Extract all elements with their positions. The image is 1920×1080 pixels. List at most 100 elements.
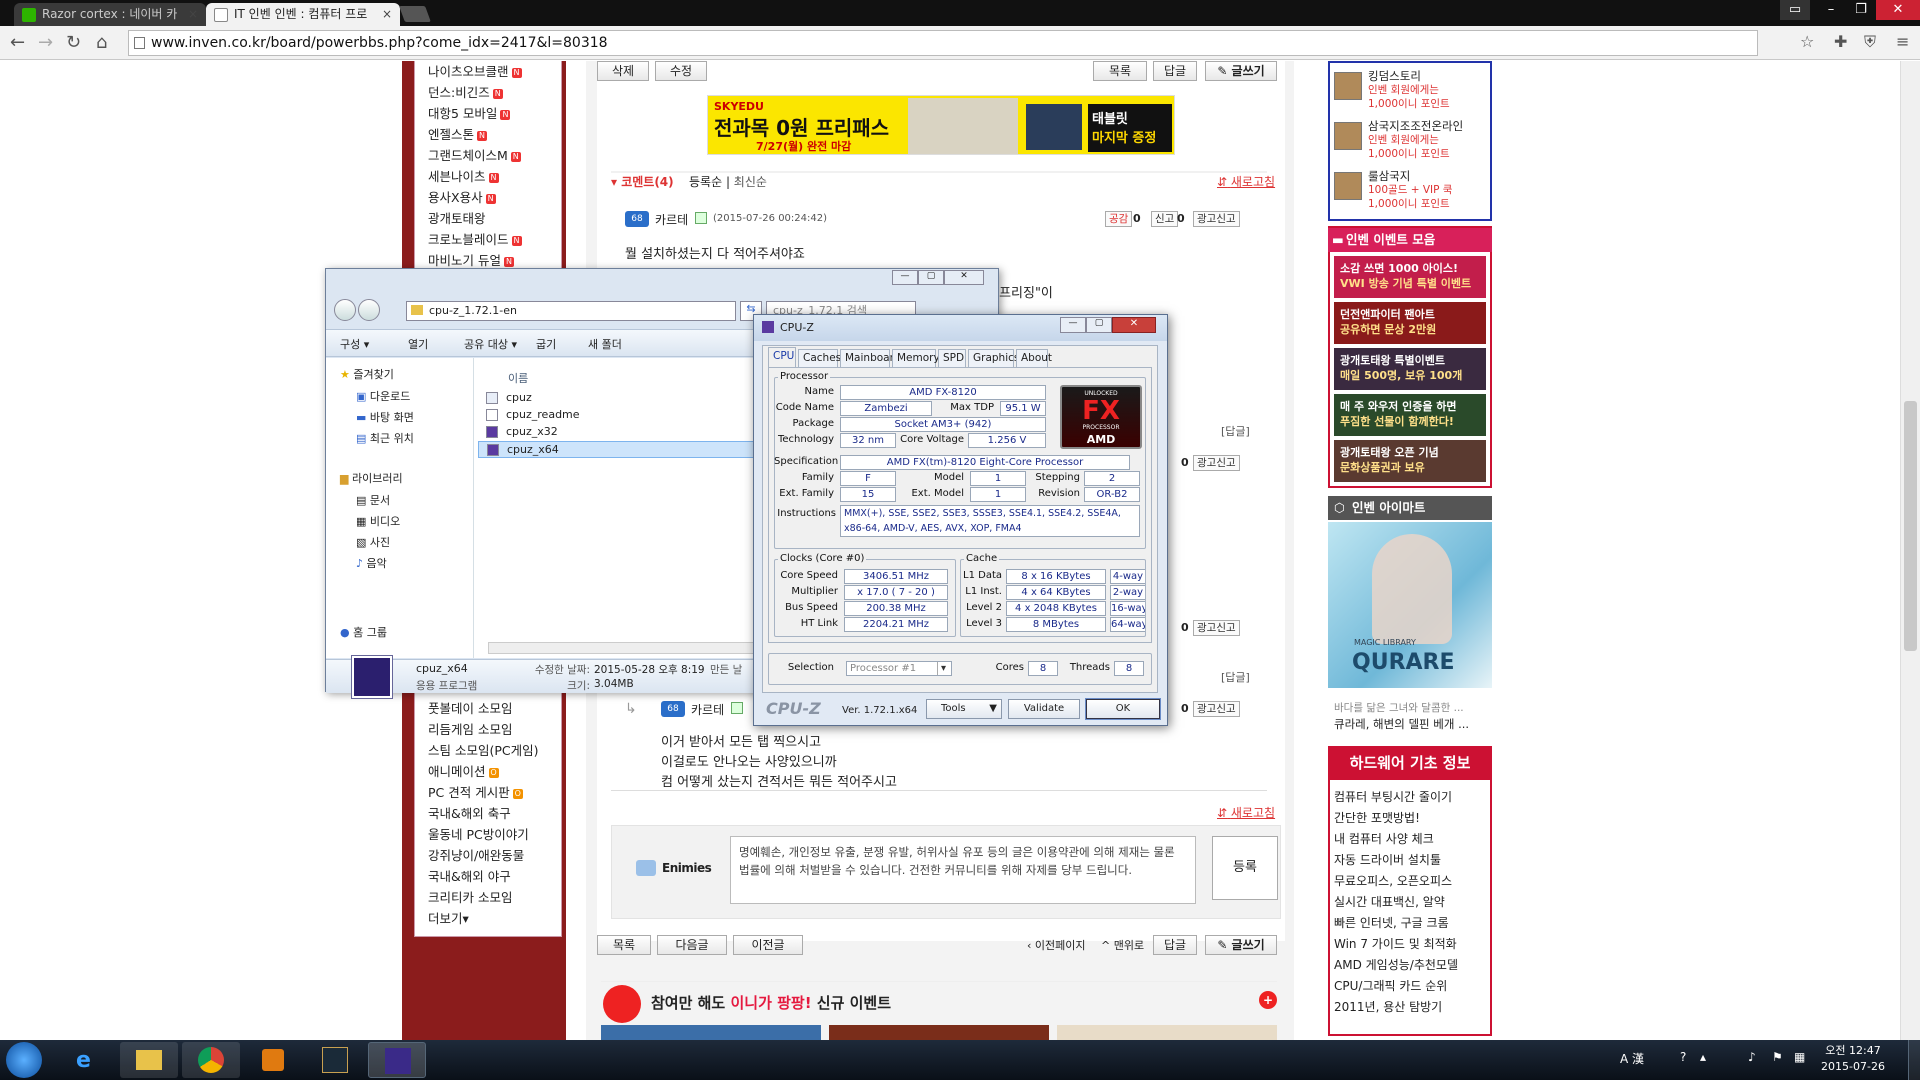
hardware-info-link[interactable]: Win 7 가이드 및 최적화: [1334, 935, 1457, 952]
file-row[interactable]: cpuz_x64: [478, 441, 768, 458]
comment-textarea[interactable]: 명예훼손, 개인정보 유출, 분쟁 유발, 허위사실 유포 등의 글은 이용약관…: [730, 836, 1196, 904]
ad-banner[interactable]: SKYEDU 전과목 0원 프리패스 7/27(월) 완전 마감 태블릿 마지막…: [707, 95, 1175, 155]
address-bar[interactable]: www.inven.co.kr/board/powerbbs.php?come_…: [128, 30, 1758, 56]
back-icon[interactable]: ←: [10, 32, 25, 53]
tools-button[interactable]: Tools ▼: [926, 699, 1002, 719]
close-button[interactable]: ✕: [944, 270, 984, 285]
imart-title[interactable]: 큐라레, 해변의 델핀 베개 ...: [1334, 716, 1469, 732]
file-row[interactable]: cpuz: [478, 390, 768, 407]
sidebar-link[interactable]: 더보기▾: [428, 908, 469, 927]
help-icon[interactable]: ?: [1680, 1050, 1686, 1064]
reply-link[interactable]: [답글]: [1221, 669, 1250, 685]
file-row[interactable]: cpuz_x32: [478, 424, 768, 441]
lol-icon[interactable]: [306, 1042, 364, 1078]
event-banner[interactable]: 매 주 와우저 인증을 하면 푸짐한 선물이 함께한다!: [1334, 394, 1486, 436]
cpuz-tab-graphics[interactable]: Graphics: [968, 349, 1019, 367]
top-link[interactable]: ^ 맨위로: [1101, 937, 1144, 953]
sidebar-link[interactable]: 용사X용사 N: [428, 187, 496, 206]
sidebar-link[interactable]: 크로노블레이드 N: [428, 229, 522, 248]
cpuz-taskbar-icon[interactable]: [368, 1042, 426, 1078]
shield-icon[interactable]: ⛨: [1864, 32, 1876, 52]
favorites-node[interactable]: ★ 즐겨찾기: [340, 366, 394, 382]
hardware-info-link[interactable]: 빠른 인터넷, 구글 크롬: [1334, 914, 1449, 931]
ime-indicator[interactable]: A 漢: [1620, 1050, 1644, 1067]
sidebar-link[interactable]: 광개토태왕: [428, 208, 486, 227]
submit-comment-button[interactable]: 등록: [1212, 836, 1278, 900]
ad-report-button[interactable]: 광고신고: [1193, 620, 1240, 636]
reload-icon[interactable]: ↻: [66, 32, 81, 53]
maximize-button[interactable]: ▢: [918, 270, 944, 285]
refresh-link[interactable]: ⇵ 새로고침: [1217, 173, 1275, 190]
sidebar-link[interactable]: 국내&해외 야구: [428, 866, 511, 885]
explorer-command[interactable]: 구성 ▾: [340, 336, 369, 352]
sidebar-link[interactable]: 그랜드체이스M N: [428, 145, 521, 164]
event-thumb[interactable]: [601, 1025, 821, 1041]
reply-button-bottom[interactable]: 답글: [1153, 935, 1197, 955]
sidebar-link[interactable]: 대항5 모바일 N: [428, 103, 511, 122]
ad-report-button[interactable]: 광고신고: [1193, 455, 1240, 471]
event-banner[interactable]: 던전앤파이터 팬아트 공유하면 문상 2만원: [1334, 302, 1486, 344]
nav-documents[interactable]: ▤ 문서: [356, 490, 400, 511]
comment-author[interactable]: 카르테: [655, 211, 688, 228]
sidebar-link[interactable]: 마비노기 듀얼 N: [428, 250, 514, 269]
minimize-button[interactable]: –: [1816, 0, 1846, 20]
network-icon[interactable]: ▦: [1794, 1050, 1805, 1064]
close-tab-icon[interactable]: ×: [382, 3, 392, 26]
browser-tab-naver[interactable]: Razor cortex : 네이버 카 ×: [14, 3, 206, 26]
cpuz-tab-cpu[interactable]: CPU: [768, 347, 796, 368]
game-thumb[interactable]: [1334, 172, 1362, 200]
sidebar-link[interactable]: 강쥐냥이/애완동물: [428, 845, 524, 864]
report-button[interactable]: 신고: [1151, 211, 1179, 227]
event-banner[interactable]: 광개토태왕 오픈 기념 문화상품권과 보유: [1334, 440, 1486, 482]
extension-icon[interactable]: ✚: [1834, 32, 1847, 51]
comment-author[interactable]: 카르테: [691, 701, 724, 718]
hardware-info-link[interactable]: 무료오피스, 오픈오피스: [1334, 872, 1452, 889]
show-desktop-button[interactable]: [1908, 1040, 1920, 1080]
sidebar-link[interactable]: PC 견적 게시판 O: [428, 782, 523, 801]
nav-desktop[interactable]: ▬ 바탕 화면: [356, 407, 414, 428]
start-button[interactable]: [6, 1042, 42, 1078]
explorer-command[interactable]: 열기: [408, 336, 428, 352]
close-button[interactable]: ✕: [1112, 317, 1156, 333]
cpuz-tab-about[interactable]: About: [1016, 349, 1052, 367]
sort-registration[interactable]: 등록순: [689, 175, 722, 189]
new-tab-button[interactable]: [399, 6, 431, 22]
reply-button[interactable]: 답글: [1153, 61, 1197, 81]
sidebar-link[interactable]: 리듬게임 소모임: [428, 719, 512, 738]
media-player-icon[interactable]: [244, 1042, 302, 1078]
chrome-icon[interactable]: [182, 1042, 240, 1078]
like-button[interactable]: 공감: [1105, 211, 1133, 227]
hardware-info-link[interactable]: 간단한 포맷방법!: [1334, 809, 1420, 826]
nav-videos[interactable]: ▦ 비디오: [356, 511, 400, 532]
volume-icon[interactable]: ♪: [1748, 1050, 1756, 1064]
clock[interactable]: 오전 12:47 2015-07-26: [1818, 1043, 1888, 1075]
event-thumb[interactable]: [1057, 1025, 1277, 1041]
restore-button[interactable]: ❐: [1846, 0, 1876, 20]
cpuz-tab-mainboard[interactable]: Mainboard: [840, 349, 900, 367]
imart-product-image[interactable]: MAGIC LIBRARY QURARE: [1328, 522, 1492, 688]
explorer-path-bar[interactable]: cpu-z_1.72.1-en: [406, 301, 736, 321]
sidebar-link[interactable]: 국내&해외 축구: [428, 803, 511, 822]
plus-icon[interactable]: +: [1259, 991, 1277, 1009]
refresh-link[interactable]: ⇵ 새로고침: [1217, 804, 1275, 821]
close-window-button[interactable]: ✕: [1876, 0, 1920, 20]
ad-report-button[interactable]: 광고신고: [1193, 701, 1240, 717]
back-icon[interactable]: [334, 299, 356, 321]
game-thumb[interactable]: [1334, 122, 1362, 150]
maximize-button[interactable]: ▢: [1086, 317, 1112, 333]
page-scrollbar[interactable]: [1900, 61, 1920, 1040]
explorer-command[interactable]: 새 폴더: [588, 336, 622, 352]
ie-icon[interactable]: e: [58, 1042, 116, 1078]
homegroup-node[interactable]: ● 홈 그룹: [340, 624, 387, 640]
hardware-info-link[interactable]: 실시간 대표백신, 알약: [1334, 893, 1445, 910]
sidebar-link[interactable]: 스팀 소모임(PC게임): [428, 740, 539, 759]
sidebar-link[interactable]: 세븐나이츠 N: [428, 166, 499, 185]
minimize-button[interactable]: —: [1060, 317, 1086, 333]
star-icon[interactable]: ☆: [1800, 32, 1814, 51]
tray-expand-icon[interactable]: ▴: [1700, 1050, 1706, 1064]
sidebar-link[interactable]: 나이츠오브클랜 N: [428, 61, 522, 80]
file-row[interactable]: cpuz_readme: [478, 407, 768, 424]
close-tab-icon[interactable]: ×: [188, 3, 198, 26]
sidebar-link[interactable]: 던스:비긴즈 N: [428, 82, 503, 101]
explorer-taskbar-icon[interactable]: [120, 1042, 178, 1078]
